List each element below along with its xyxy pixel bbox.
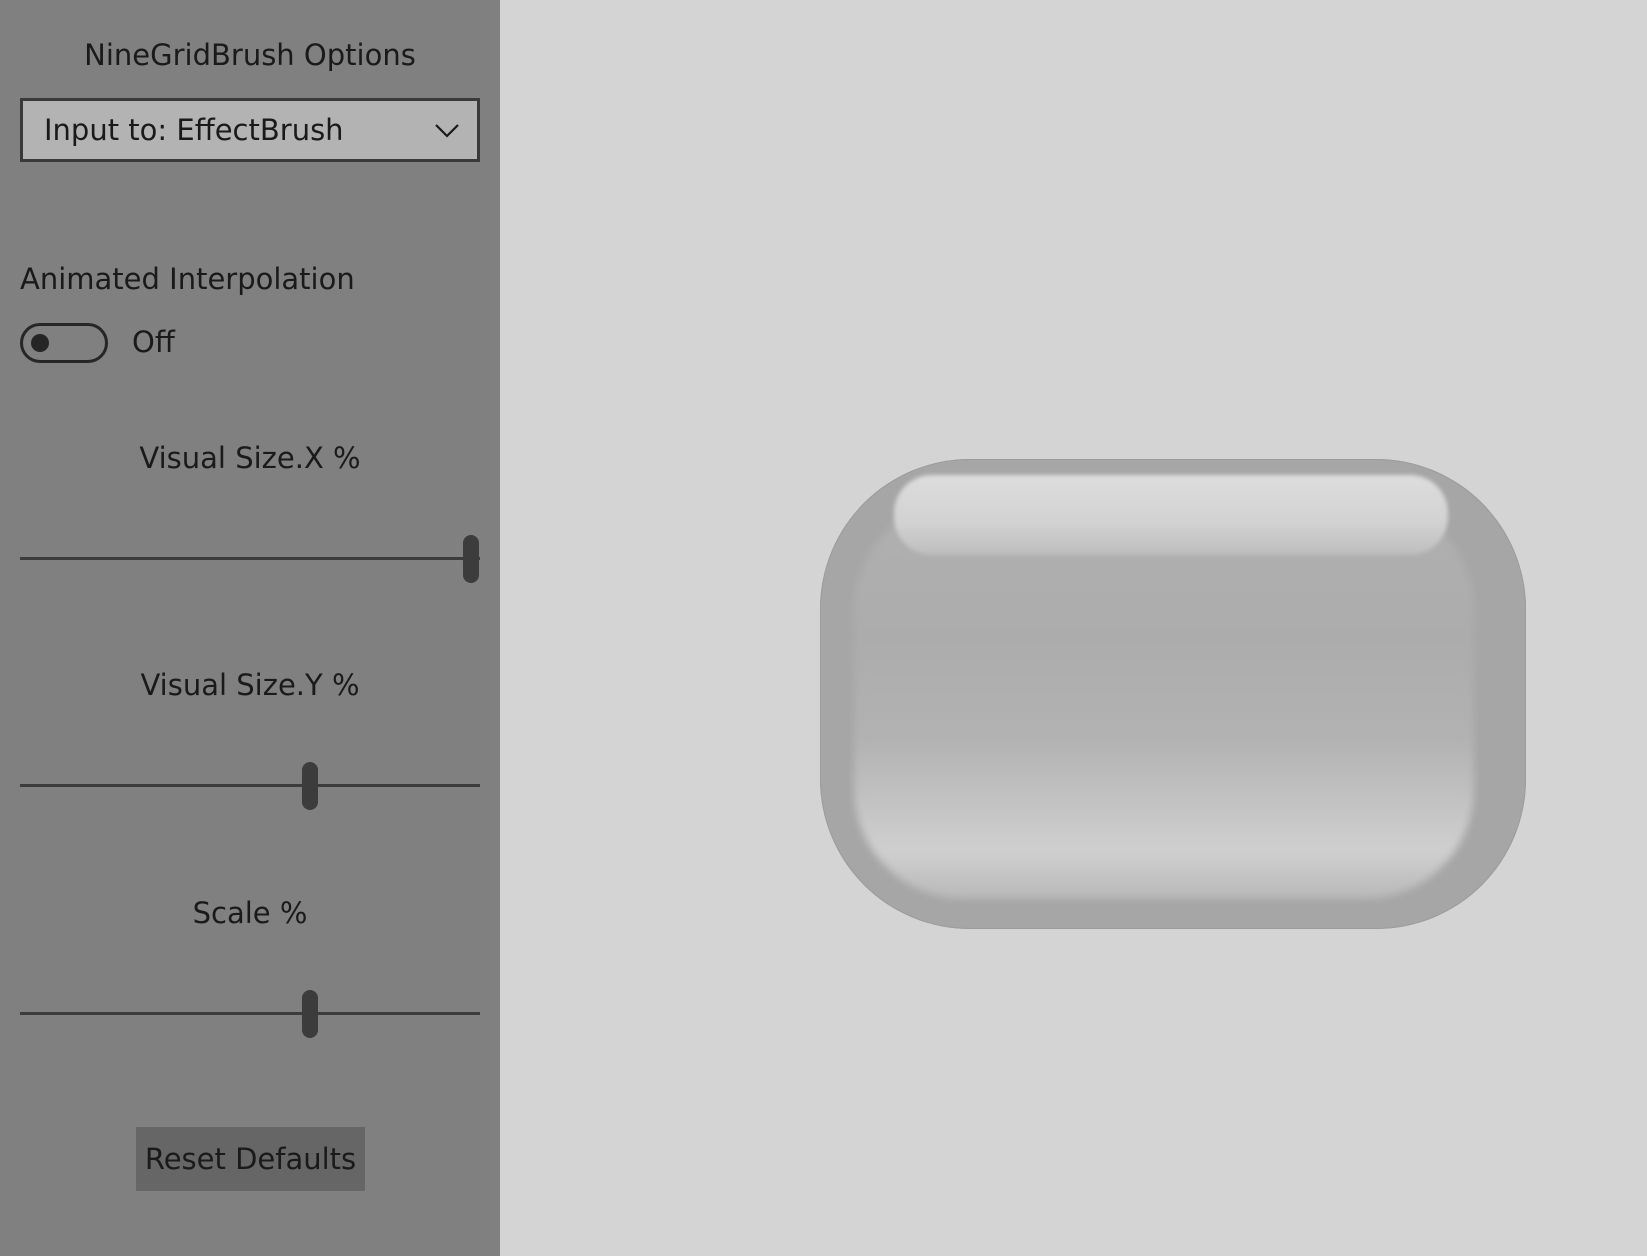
animated-interpolation-toggle[interactable] [20, 323, 108, 363]
animated-interpolation-label: Animated Interpolation [20, 262, 355, 296]
slider-thumb[interactable] [462, 535, 479, 583]
visual-size-x-label: Visual Size.X % [139, 441, 361, 475]
options-panel: NineGridBrush Options Input to: EffectBr… [0, 0, 500, 1256]
slider-thumb[interactable] [301, 990, 318, 1038]
slider-thumb[interactable] [301, 762, 318, 810]
visual-size-x-slider[interactable] [20, 535, 480, 583]
pill-inner-shading [854, 499, 1474, 899]
app-window: NineGridBrush Options Input to: EffectBr… [0, 0, 1647, 1256]
preview-canvas [500, 0, 1647, 1256]
slider-track [20, 784, 480, 787]
visual-size-y-label: Visual Size.Y % [140, 668, 360, 702]
reset-defaults-button[interactable]: Reset Defaults [136, 1127, 365, 1191]
panel-title: NineGridBrush Options [84, 38, 416, 72]
scale-slider[interactable] [20, 990, 480, 1038]
toggle-state-text: Off [132, 325, 175, 359]
input-dropdown-value: Input to: EffectBrush [44, 113, 344, 147]
nine-grid-brush-preview [820, 459, 1526, 929]
scale-label: Scale % [192, 896, 308, 930]
toggle-knob [31, 334, 49, 352]
slider-track [20, 1012, 480, 1015]
chevron-down-icon [433, 117, 461, 143]
pill-highlight [894, 475, 1448, 555]
slider-track [20, 557, 480, 560]
input-dropdown[interactable]: Input to: EffectBrush [20, 98, 480, 162]
visual-size-y-slider[interactable] [20, 762, 480, 810]
